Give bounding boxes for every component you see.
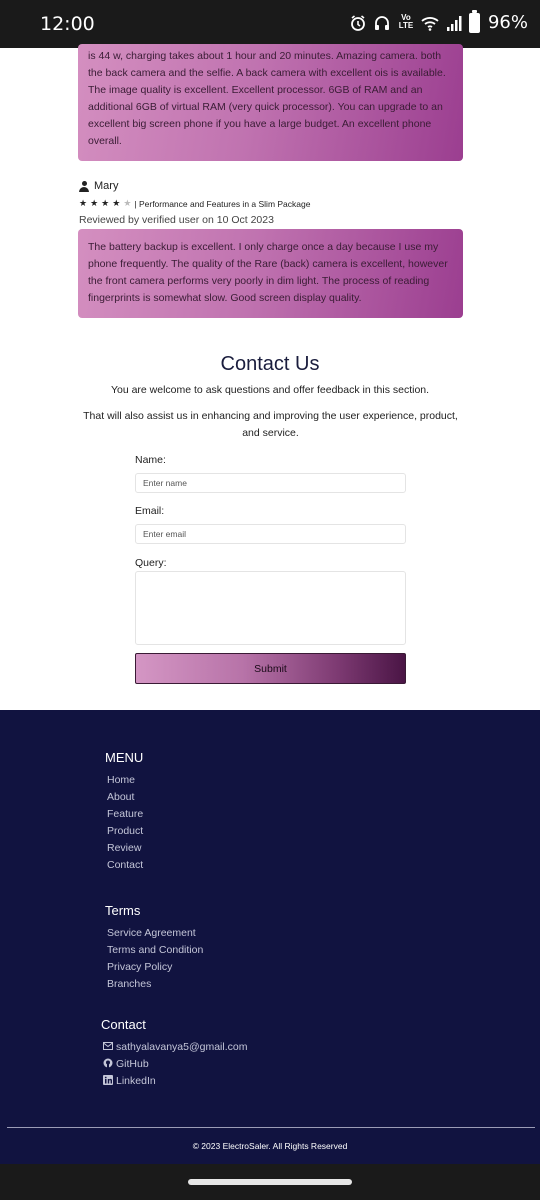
email-label: Email: xyxy=(135,505,165,517)
user-icon xyxy=(79,180,89,192)
review-verified: Reviewed by verified user on 10 Oct 2023 xyxy=(79,214,274,226)
footer-divider xyxy=(7,1127,535,1128)
contact-description: That will also assist us in enhancing an… xyxy=(83,410,458,439)
terms-heading: Terms xyxy=(105,903,141,918)
email-text: sathyalavanya5@gmail.com xyxy=(116,1041,248,1053)
footer-link-terms-and-condition[interactable]: Terms and Condition xyxy=(107,944,203,956)
contact-heading: Contact xyxy=(101,1017,146,1032)
star-icon: ★ xyxy=(90,198,99,208)
footer-linkedin-link[interactable]: LinkedIn xyxy=(103,1075,156,1087)
reviewer: Mary xyxy=(79,180,118,192)
footer: MENU Home About Feature Product Review C… xyxy=(0,710,540,1164)
signal-icon xyxy=(445,14,463,32)
contact-title: Contact Us xyxy=(220,353,320,375)
volte-icon: Vo LTE xyxy=(398,12,414,30)
linkedin-text: LinkedIn xyxy=(116,1075,156,1087)
contact-intro: You are welcome to ask questions and off… xyxy=(110,384,430,396)
query-label: Query: xyxy=(135,557,167,569)
footer-link-contact[interactable]: Contact xyxy=(107,859,143,871)
status-bar: 12:00 Vo LTE 96% xyxy=(0,0,540,48)
battery-percent: 96% xyxy=(487,12,528,33)
footer-link-privacy-policy[interactable]: Privacy Policy xyxy=(107,961,172,973)
submit-button[interactable]: Submit xyxy=(135,653,406,684)
email-input[interactable] xyxy=(135,524,406,544)
menu-heading: MENU xyxy=(105,750,144,765)
wifi-icon xyxy=(421,14,439,32)
star-icon: ★ xyxy=(123,198,132,208)
footer-link-feature[interactable]: Feature xyxy=(107,808,143,820)
query-textarea[interactable] xyxy=(135,571,406,645)
star-rating: ★ ★ ★ ★ ★ xyxy=(79,198,134,209)
copyright: © 2023 ElectroSaler. All Rights Reserved xyxy=(192,1141,348,1151)
review-title: | Performance and Features in a Slim Pac… xyxy=(134,198,311,209)
footer-link-service-agreement[interactable]: Service Agreement xyxy=(107,927,196,939)
review-text-box: The battery backup is excellent. I only … xyxy=(78,229,463,318)
star-icon: ★ xyxy=(112,198,121,208)
linkedin-icon xyxy=(103,1075,113,1085)
envelope-icon xyxy=(103,1041,113,1051)
battery-icon xyxy=(468,9,480,33)
github-text: GitHub xyxy=(116,1058,149,1070)
footer-github-link[interactable]: GitHub xyxy=(103,1058,149,1070)
footer-link-about[interactable]: About xyxy=(107,791,134,803)
home-gesture-bar[interactable] xyxy=(188,1179,352,1185)
footer-link-review[interactable]: Review xyxy=(107,842,141,854)
footer-link-home[interactable]: Home xyxy=(107,774,135,786)
name-label: Name: xyxy=(135,454,166,466)
name-input[interactable] xyxy=(135,473,406,493)
alarm-icon xyxy=(349,14,367,32)
footer-link-product[interactable]: Product xyxy=(107,825,143,837)
navigation-bar xyxy=(0,1164,540,1200)
rating-line: ★ ★ ★ ★ ★ | Performance and Features in a Sl… xyxy=(79,198,310,209)
status-icons: Vo LTE 96% xyxy=(349,9,528,33)
github-icon xyxy=(103,1058,113,1068)
footer-link-branches[interactable]: Branches xyxy=(107,978,151,990)
status-time: 12:00 xyxy=(40,13,95,35)
star-icon: ★ xyxy=(101,198,110,208)
review-text-box: is 44 w, charging takes about 1 hour and… xyxy=(78,44,463,161)
reviewer-name: Mary xyxy=(94,180,119,192)
star-icon: ★ xyxy=(79,198,88,208)
headphones-icon xyxy=(373,14,391,32)
footer-email-link[interactable]: sathyalavanya5@gmail.com xyxy=(103,1041,247,1053)
